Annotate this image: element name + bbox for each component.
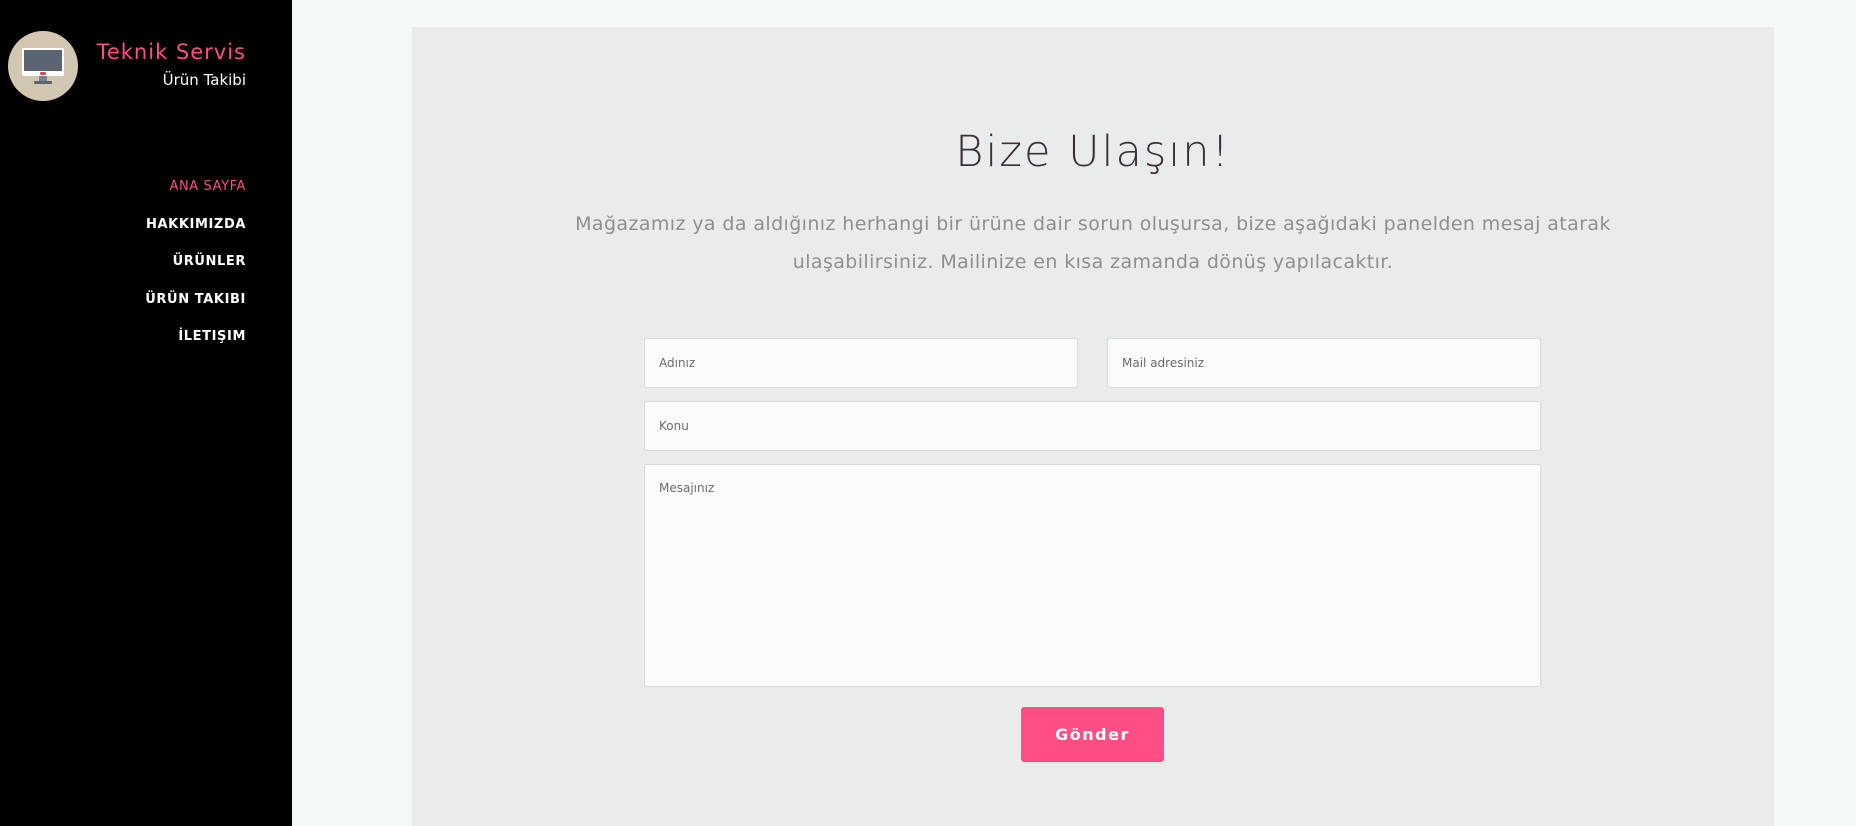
contact-panel: Bize Ulaşın! Mağazamız ya da aldığınız h…	[412, 27, 1774, 826]
subject-field[interactable]	[644, 401, 1541, 451]
main-nav: ANA SAYFA HAKKIMIZDA ÜRÜNLER ÜRÜN TAKIBI…	[145, 178, 246, 366]
page-title: Bize Ulaşın!	[955, 127, 1231, 177]
sidebar: Teknik Servis Ürün Takibi ANA SAYFA HAKK…	[0, 0, 292, 826]
send-button[interactable]: Gönder	[1021, 707, 1164, 762]
name-field[interactable]	[644, 338, 1078, 388]
nav-item-home[interactable]: ANA SAYFA	[145, 178, 246, 196]
brand-subtitle: Ürün Takibi	[162, 71, 246, 89]
nav-item-contact[interactable]: İLETIŞIM	[145, 328, 246, 346]
nav-item-product-tracking[interactable]: ÜRÜN TAKIBI	[145, 291, 246, 309]
nav-item-about[interactable]: HAKKIMIZDA	[145, 216, 246, 234]
brand-title[interactable]: Teknik Servis	[97, 40, 246, 64]
contact-intro: Mağazamız ya da aldığınız herhangi bir ü…	[575, 213, 1611, 273]
logo[interactable]	[8, 31, 78, 101]
message-field[interactable]	[644, 464, 1541, 687]
email-field[interactable]	[1107, 338, 1541, 388]
nav-item-products[interactable]: ÜRÜNLER	[145, 253, 246, 271]
